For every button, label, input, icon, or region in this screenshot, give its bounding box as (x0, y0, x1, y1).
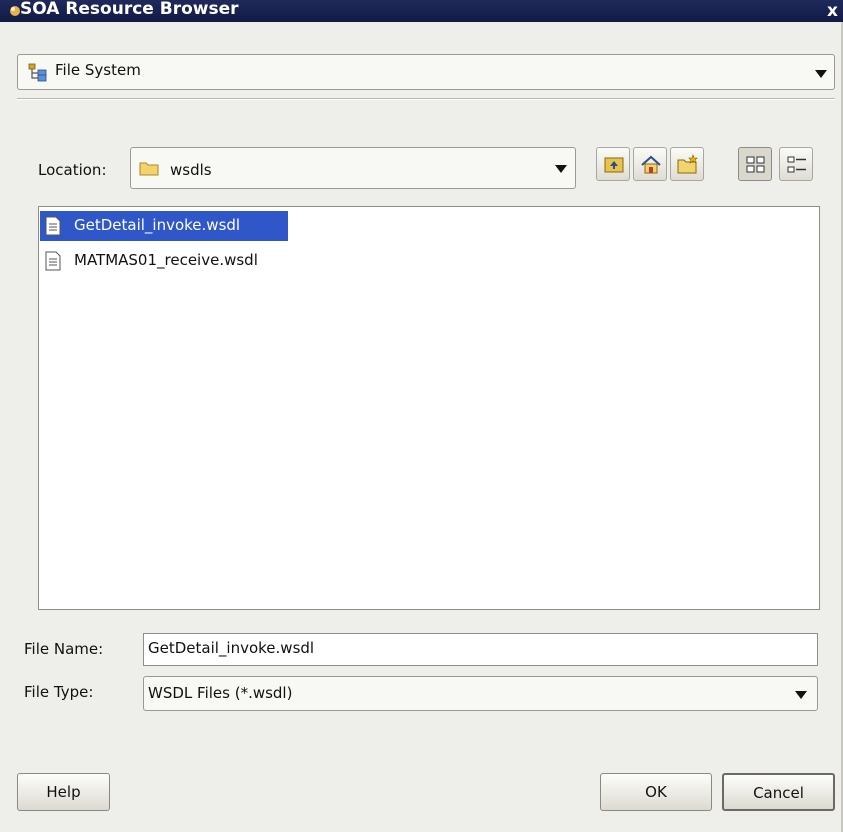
help-button[interactable]: Help (17, 773, 110, 811)
new-folder-button[interactable] (670, 147, 704, 181)
document-icon (45, 251, 61, 271)
list-item[interactable]: MATMAS01_receive.wsdl (40, 246, 300, 276)
file-name: MATMAS01_receive.wsdl (74, 251, 258, 269)
list-item[interactable]: GetDetail_invoke.wsdl (40, 211, 288, 241)
location-value: wsdls (170, 161, 212, 179)
ok-button[interactable]: OK (600, 773, 712, 811)
up-folder-icon (604, 157, 624, 173)
icon-view-button[interactable] (738, 147, 772, 181)
list-view-button[interactable] (779, 147, 813, 181)
icon-view-icon (746, 156, 765, 173)
chevron-down-icon[interactable] (555, 165, 567, 173)
file-system-tree-icon (28, 63, 47, 82)
list-view-icon (787, 156, 806, 173)
file-type-label: File Type: (24, 683, 94, 701)
close-button[interactable]: x (822, 0, 843, 22)
new-folder-icon (677, 154, 698, 174)
file-name-value: GetDetail_invoke.wsdl (148, 639, 315, 657)
chevron-down-icon[interactable] (795, 691, 807, 699)
folder-icon (139, 162, 159, 176)
home-button[interactable] (633, 147, 667, 181)
document-icon (45, 216, 61, 236)
file-name: GetDetail_invoke.wsdl (74, 216, 241, 234)
divider (17, 98, 835, 100)
up-folder-button[interactable] (596, 147, 630, 181)
window-title: SOA Resource Browser (20, 0, 239, 19)
cancel-button[interactable]: Cancel (722, 773, 835, 811)
chevron-down-icon[interactable] (815, 70, 827, 78)
home-icon (641, 155, 661, 174)
location-label: Location: (38, 161, 107, 179)
source-selected-value: File System (55, 61, 141, 79)
file-type-value: WSDL Files (*.wsdl) (148, 684, 293, 702)
file-name-label: File Name: (24, 640, 104, 658)
